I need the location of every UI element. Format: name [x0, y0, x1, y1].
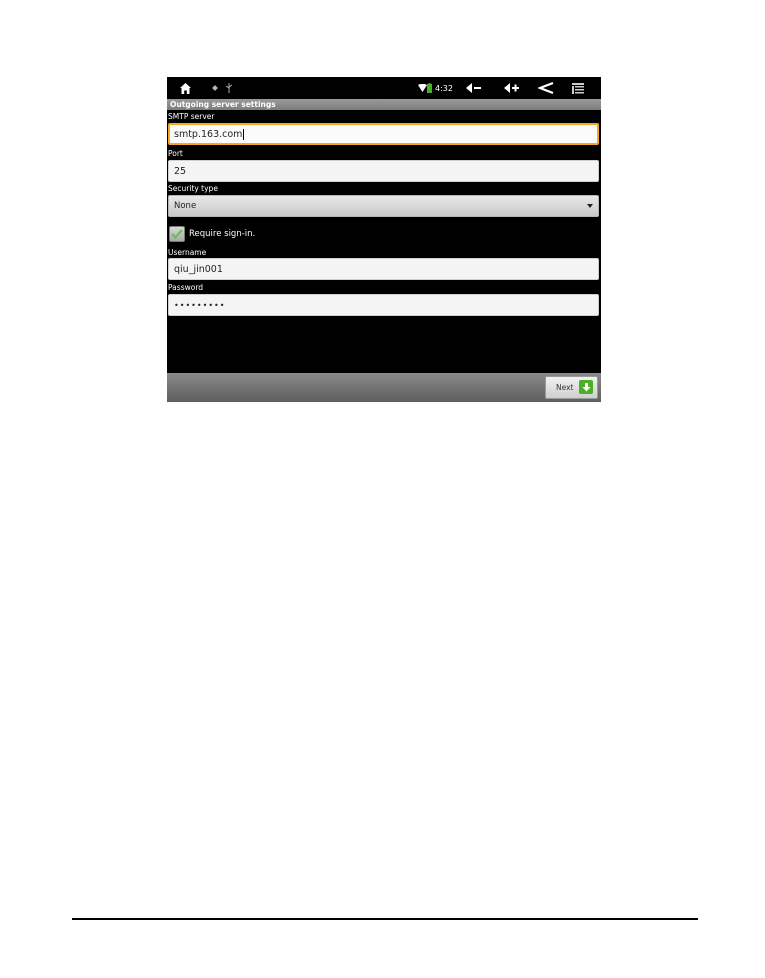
status-bar: 4:32: [167, 77, 601, 99]
battery-icon: [425, 77, 433, 99]
device-screen: 4:32 Outgoing server settings SMTP serve…: [167, 77, 601, 402]
volume-down-icon[interactable]: [463, 77, 485, 99]
volume-up-icon[interactable]: [501, 77, 523, 99]
username-input[interactable]: qiu_jin001: [168, 258, 599, 280]
smtp-server-input[interactable]: smtp.163.com: [168, 123, 599, 145]
home-icon[interactable]: [175, 77, 195, 99]
password-value: •••••••••: [174, 301, 226, 310]
back-icon[interactable]: [535, 77, 557, 99]
next-button-label: Next: [556, 383, 574, 392]
smtp-server-label: SMTP server: [168, 112, 215, 121]
menu-icon[interactable]: [569, 77, 587, 99]
dropdown-arrow-icon: [587, 204, 593, 208]
footer-divider: [72, 918, 698, 920]
security-type-label: Security type: [168, 184, 218, 193]
text-cursor: [243, 129, 245, 140]
security-type-value: None: [174, 201, 197, 211]
checkmark-icon: [171, 229, 183, 239]
port-label: Port: [168, 149, 183, 158]
password-label: Password: [168, 283, 204, 292]
port-value: 25: [174, 166, 187, 177]
require-signin-label[interactable]: Require sign-in.: [189, 228, 255, 240]
require-signin-checkbox[interactable]: [169, 226, 185, 242]
smtp-server-value: smtp.163.com: [174, 129, 243, 140]
usb-icon: [223, 77, 235, 99]
security-type-select[interactable]: None: [168, 195, 599, 217]
title-bar: Outgoing server settings: [167, 99, 601, 110]
bottom-action-bar: Next: [167, 373, 601, 402]
arrow-down-icon: [579, 380, 593, 394]
next-button[interactable]: Next: [545, 376, 598, 399]
password-input[interactable]: •••••••••: [168, 294, 599, 316]
username-value: qiu_jin001: [174, 264, 223, 275]
page-title: Outgoing server settings: [170, 100, 276, 109]
clock: 4:32: [435, 83, 453, 93]
port-input[interactable]: 25: [168, 160, 599, 182]
username-label: Username: [168, 248, 207, 257]
usb-debug-icon: [209, 77, 221, 99]
